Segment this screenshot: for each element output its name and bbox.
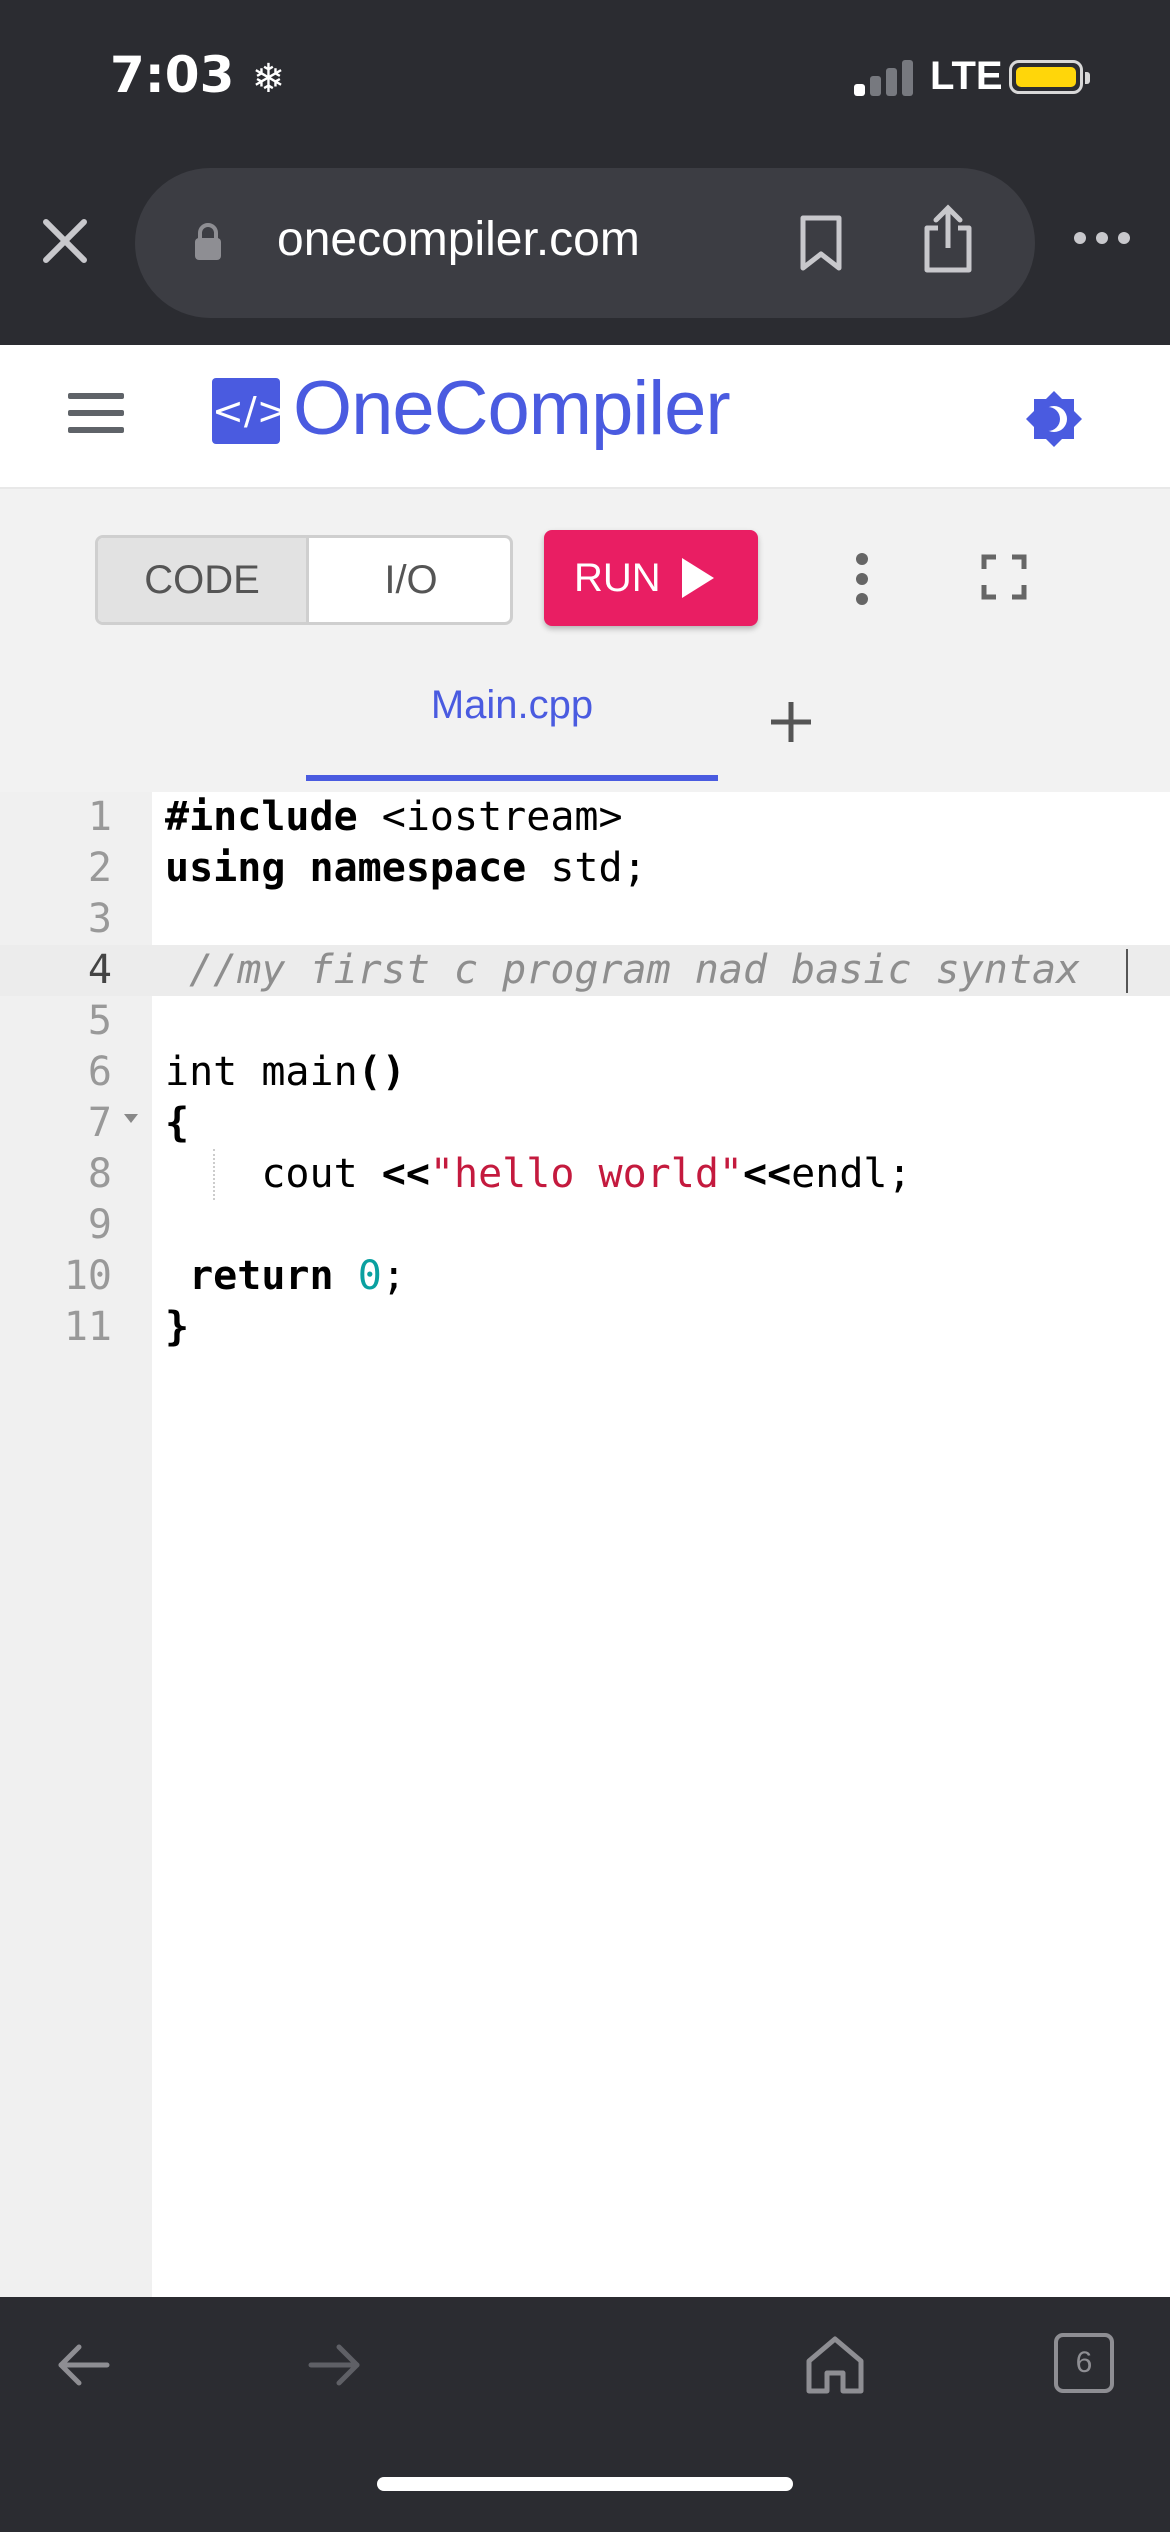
code-comment[interactable]: //my first c program nad basic syntax <box>165 945 1080 996</box>
code-text[interactable]: cout <<"hello world"<<endl; <box>165 1149 911 1200</box>
network-type: LTE <box>930 54 1003 98</box>
fullscreen-icon[interactable] <box>980 553 1028 601</box>
text-cursor <box>1126 949 1128 993</box>
code-line-active[interactable]: 4 //my first c program nad basic syntax <box>0 945 1170 996</box>
view-mode-toggle: CODE I/O <box>95 535 513 625</box>
snowflake-icon: ❄ <box>251 56 286 102</box>
browser-bottom-bar: 6 <box>0 2297 1170 2532</box>
plus-icon[interactable] <box>767 698 815 746</box>
status-bar: 7:03 ❄ LTE <box>0 0 1170 150</box>
signal-strength-icon <box>854 58 916 96</box>
tab-label: Main.cpp <box>430 683 594 727</box>
code-line[interactable]: 8 cout <<"hello world"<<endl; <box>0 1149 1170 1200</box>
lock-icon <box>195 223 221 260</box>
back-arrow-icon[interactable] <box>55 2343 111 2387</box>
line-number: 11 <box>63 1304 112 1350</box>
brand-name[interactable]: OneCompiler <box>293 365 731 452</box>
kebab-menu-icon[interactable] <box>852 551 872 607</box>
run-label: RUN <box>574 556 661 600</box>
more-icon[interactable] <box>1072 228 1132 248</box>
code-text[interactable]: return 0; <box>165 1251 406 1302</box>
io-tab-button[interactable]: I/O <box>309 538 510 622</box>
line-number: 5 <box>87 998 112 1044</box>
active-tab-indicator <box>306 775 718 781</box>
line-number: 10 <box>63 1253 112 1299</box>
url-text[interactable]: onecompiler.com <box>277 212 640 267</box>
line-number: 1 <box>87 794 112 840</box>
line-number: 8 <box>87 1151 112 1197</box>
battery-icon <box>1009 60 1090 94</box>
logo-icon[interactable]: </> <box>212 378 288 444</box>
code-line[interactable]: 9 <box>0 1200 1170 1251</box>
code-line[interactable]: 11 } <box>0 1302 1170 1353</box>
code-line[interactable]: 5 <box>0 996 1170 1047</box>
code-line[interactable]: 7 { <box>0 1098 1170 1149</box>
code-line[interactable]: 2 using namespace std; <box>0 843 1170 894</box>
home-icon[interactable] <box>803 2333 867 2397</box>
line-number: 2 <box>87 845 112 891</box>
code-tab-button[interactable]: CODE <box>98 538 309 622</box>
hamburger-menu-icon[interactable] <box>68 393 124 433</box>
tab-main-cpp[interactable]: Main.cpp <box>306 669 718 781</box>
code-line[interactable]: 6 int main() <box>0 1047 1170 1098</box>
code-editor[interactable]: 1 #include <iostream> 2 using namespace … <box>0 792 1170 2297</box>
home-indicator <box>377 2477 793 2491</box>
code-line[interactable]: 10 return 0; <box>0 1251 1170 1302</box>
status-time: 7:03 ❄ <box>110 46 286 104</box>
run-button[interactable]: RUN <box>544 530 758 626</box>
bookmark-icon[interactable] <box>798 214 844 272</box>
line-number: 4 <box>87 947 112 993</box>
browser-address-row: onecompiler.com <box>0 150 1170 345</box>
code-text[interactable]: { <box>165 1098 189 1149</box>
code-line[interactable]: 3 <box>0 894 1170 945</box>
close-icon[interactable] <box>40 216 90 266</box>
code-text[interactable]: #include <iostream> <box>165 792 623 843</box>
line-number: 3 <box>87 896 112 942</box>
line-number: 7 <box>87 1100 112 1146</box>
address-bar[interactable]: onecompiler.com <box>135 168 1035 318</box>
forward-arrow-icon[interactable] <box>307 2343 363 2387</box>
code-text[interactable]: } <box>165 1302 189 1353</box>
line-number: 6 <box>87 1049 112 1095</box>
theme-toggle-icon[interactable] <box>1024 389 1084 449</box>
play-icon <box>682 558 714 598</box>
share-icon[interactable] <box>921 204 975 274</box>
fold-arrow-icon[interactable] <box>124 1114 138 1123</box>
line-number: 9 <box>87 1202 112 1248</box>
code-text[interactable]: int main() <box>165 1047 406 1098</box>
tabs-icon[interactable]: 6 <box>1054 2333 1114 2393</box>
code-line[interactable]: 1 #include <iostream> <box>0 792 1170 843</box>
app-header: </> OneCompiler <box>0 345 1170 489</box>
code-text[interactable]: using namespace std; <box>165 843 647 894</box>
